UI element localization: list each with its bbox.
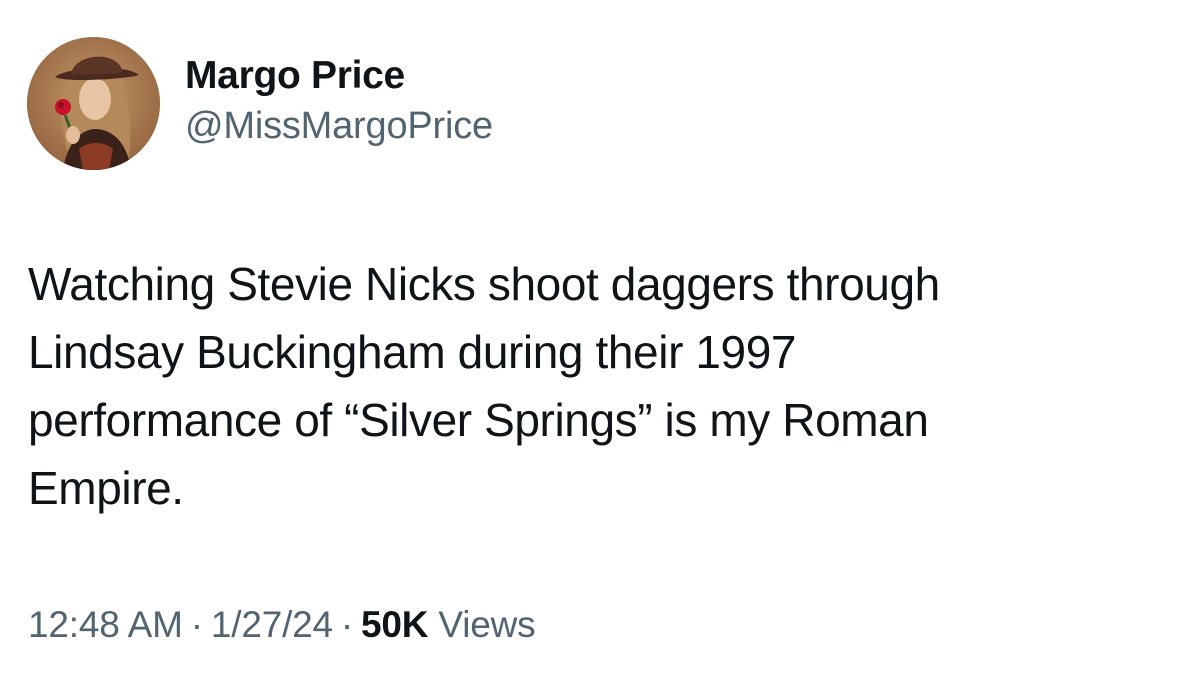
avatar[interactable]: [27, 37, 160, 170]
views-label: Views: [438, 604, 536, 645]
profile-photo-icon: [27, 37, 160, 170]
tweet-text-line: Empire.: [28, 462, 184, 514]
tweet-date[interactable]: 1/27/24: [211, 604, 333, 645]
tweet-meta: 12:48 AM · 1/27/24 · 50K Views: [28, 600, 536, 650]
author-block: Margo Price @MissMargoPrice: [185, 52, 493, 152]
tweet-card[interactable]: Margo Price @MissMargoPrice Watching Ste…: [0, 0, 1179, 677]
meta-separator: ·: [190, 604, 203, 645]
tweet-text-line: Watching Stevie Nicks shoot daggers thro…: [28, 258, 940, 310]
display-name[interactable]: Margo Price: [185, 52, 493, 100]
tweet-text-line: performance of “Silver Springs” is my Ro…: [28, 394, 929, 446]
meta-separator: ·: [340, 604, 354, 645]
tweet-time[interactable]: 12:48 AM: [28, 604, 183, 645]
user-handle[interactable]: @MissMargoPrice: [185, 100, 493, 152]
views-count[interactable]: 50K: [361, 604, 428, 645]
tweet-text-line: Lindsay Buckingham during their 1997: [28, 326, 797, 378]
tweet-text: Watching Stevie Nicks shoot daggers thro…: [28, 250, 1148, 522]
